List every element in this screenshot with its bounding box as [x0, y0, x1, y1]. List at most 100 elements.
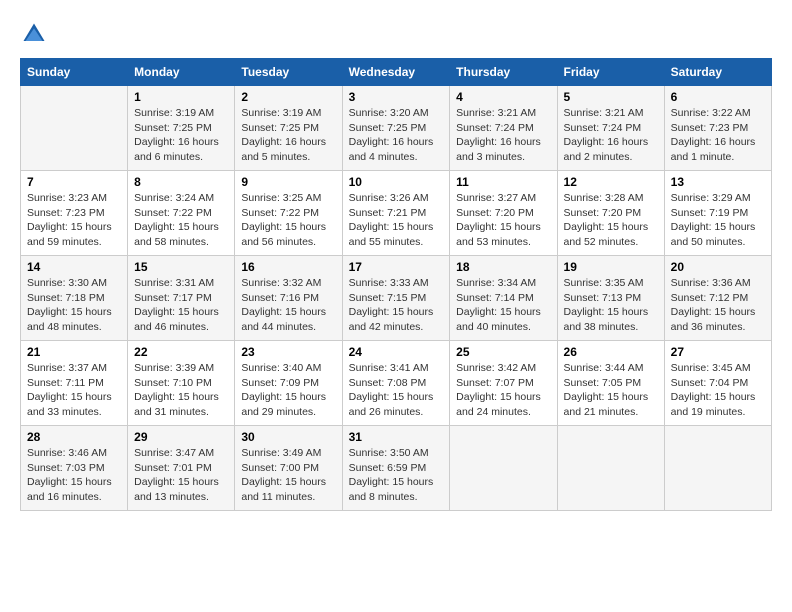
day-number: 13 — [671, 175, 765, 189]
calendar-cell: 21 Sunrise: 3:37 AMSunset: 7:11 PMDayligh… — [21, 341, 128, 426]
day-info: Sunrise: 3:35 AMSunset: 7:13 PMDaylight:… — [564, 276, 658, 335]
calendar-cell: 18 Sunrise: 3:34 AMSunset: 7:14 PMDayligh… — [450, 256, 557, 341]
day-number: 28 — [27, 430, 121, 444]
calendar-cell: 22 Sunrise: 3:39 AMSunset: 7:10 PMDayligh… — [128, 341, 235, 426]
day-info: Sunrise: 3:21 AMSunset: 7:24 PMDaylight:… — [456, 106, 550, 165]
day-number: 14 — [27, 260, 121, 274]
day-info: Sunrise: 3:41 AMSunset: 7:08 PMDaylight:… — [349, 361, 444, 420]
calendar-cell: 3 Sunrise: 3:20 AMSunset: 7:25 PMDaylight… — [342, 86, 450, 171]
header-monday: Monday — [128, 59, 235, 86]
calendar-table: SundayMondayTuesdayWednesdayThursdayFrid… — [20, 58, 772, 511]
calendar-cell: 6 Sunrise: 3:22 AMSunset: 7:23 PMDaylight… — [664, 86, 771, 171]
day-number: 5 — [564, 90, 658, 104]
calendar-cell: 14 Sunrise: 3:30 AMSunset: 7:18 PMDayligh… — [21, 256, 128, 341]
calendar-cell: 29 Sunrise: 3:47 AMSunset: 7:01 PMDayligh… — [128, 426, 235, 511]
calendar-cell: 27 Sunrise: 3:45 AMSunset: 7:04 PMDayligh… — [664, 341, 771, 426]
day-info: Sunrise: 3:50 AMSunset: 6:59 PMDaylight:… — [349, 446, 444, 505]
day-number: 1 — [134, 90, 228, 104]
day-number: 22 — [134, 345, 228, 359]
header-wednesday: Wednesday — [342, 59, 450, 86]
day-number: 17 — [349, 260, 444, 274]
day-number: 6 — [671, 90, 765, 104]
day-number: 29 — [134, 430, 228, 444]
logo — [20, 20, 52, 48]
calendar-cell: 16Sunrise: 3:32 AMSunset: 7:16 PMDayligh… — [235, 256, 342, 341]
day-number: 2 — [241, 90, 335, 104]
calendar-week-row: 1 Sunrise: 3:19 AMSunset: 7:25 PMDaylight… — [21, 86, 772, 171]
day-info: Sunrise: 3:31 AMSunset: 7:17 PMDaylight:… — [134, 276, 228, 335]
calendar-week-row: 7Sunrise: 3:23 AMSunset: 7:23 PMDaylight… — [21, 171, 772, 256]
day-info: Sunrise: 3:36 AMSunset: 7:12 PMDaylight:… — [671, 276, 765, 335]
calendar-cell: 7Sunrise: 3:23 AMSunset: 7:23 PMDaylight… — [21, 171, 128, 256]
header-saturday: Saturday — [664, 59, 771, 86]
day-number: 24 — [349, 345, 444, 359]
calendar-cell: 1Sunrise: 3:19 AMSunset: 7:25 PMDaylight… — [128, 86, 235, 171]
calendar-cell: 24 Sunrise: 3:41 AMSunset: 7:08 PMDayligh… — [342, 341, 450, 426]
calendar-cell: 4 Sunrise: 3:21 AMSunset: 7:24 PMDaylight… — [450, 86, 557, 171]
day-number: 27 — [671, 345, 765, 359]
calendar-header-row: SundayMondayTuesdayWednesdayThursdayFrid… — [21, 59, 772, 86]
calendar-cell: 31 Sunrise: 3:50 AMSunset: 6:59 PMDayligh… — [342, 426, 450, 511]
day-info: Sunrise: 3:20 AMSunset: 7:25 PMDaylight:… — [349, 106, 444, 165]
calendar-cell: 15 Sunrise: 3:31 AMSunset: 7:17 PMDayligh… — [128, 256, 235, 341]
day-info: Sunrise: 3:33 AMSunset: 7:15 PMDaylight:… — [349, 276, 444, 335]
day-info: Sunrise: 3:40 AMSunset: 7:09 PMDaylight:… — [241, 361, 335, 420]
day-info: Sunrise: 3:49 AMSunset: 7:00 PMDaylight:… — [241, 446, 335, 505]
day-info: Sunrise: 3:32 AMSunset: 7:16 PMDaylight:… — [241, 276, 335, 335]
logo-icon — [20, 20, 48, 48]
day-number: 19 — [564, 260, 658, 274]
day-info: Sunrise: 3:42 AMSunset: 7:07 PMDaylight:… — [456, 361, 550, 420]
calendar-cell: 26Sunrise: 3:44 AMSunset: 7:05 PMDayligh… — [557, 341, 664, 426]
day-info: Sunrise: 3:24 AMSunset: 7:22 PMDaylight:… — [134, 191, 228, 250]
day-number: 31 — [349, 430, 444, 444]
day-number: 7 — [27, 175, 121, 189]
day-number: 10 — [349, 175, 444, 189]
calendar-cell: 10 Sunrise: 3:26 AMSunset: 7:21 PMDayligh… — [342, 171, 450, 256]
day-number: 26 — [564, 345, 658, 359]
calendar-cell — [557, 426, 664, 511]
day-number: 9 — [241, 175, 335, 189]
header-tuesday: Tuesday — [235, 59, 342, 86]
day-info: Sunrise: 3:21 AMSunset: 7:24 PMDaylight:… — [564, 106, 658, 165]
day-number: 25 — [456, 345, 550, 359]
calendar-cell: 28 Sunrise: 3:46 AMSunset: 7:03 PMDayligh… — [21, 426, 128, 511]
calendar-cell: 25 Sunrise: 3:42 AMSunset: 7:07 PMDayligh… — [450, 341, 557, 426]
day-info: Sunrise: 3:46 AMSunset: 7:03 PMDaylight:… — [27, 446, 121, 505]
day-info: Sunrise: 3:37 AMSunset: 7:11 PMDaylight:… — [27, 361, 121, 420]
day-number: 4 — [456, 90, 550, 104]
calendar-cell — [21, 86, 128, 171]
day-number: 20 — [671, 260, 765, 274]
day-number: 3 — [349, 90, 444, 104]
day-number: 21 — [27, 345, 121, 359]
calendar-week-row: 21 Sunrise: 3:37 AMSunset: 7:11 PMDayligh… — [21, 341, 772, 426]
day-info: Sunrise: 3:30 AMSunset: 7:18 PMDaylight:… — [27, 276, 121, 335]
day-number: 15 — [134, 260, 228, 274]
day-number: 30 — [241, 430, 335, 444]
calendar-cell: 30 Sunrise: 3:49 AMSunset: 7:00 PMDayligh… — [235, 426, 342, 511]
calendar-cell: 17 Sunrise: 3:33 AMSunset: 7:15 PMDayligh… — [342, 256, 450, 341]
day-number: 11 — [456, 175, 550, 189]
calendar-cell: 11 Sunrise: 3:27 AMSunset: 7:20 PMDayligh… — [450, 171, 557, 256]
header-thursday: Thursday — [450, 59, 557, 86]
day-info: Sunrise: 3:19 AMSunset: 7:25 PMDaylight:… — [241, 106, 335, 165]
calendar-cell: 8 Sunrise: 3:24 AMSunset: 7:22 PMDaylight… — [128, 171, 235, 256]
page-header — [20, 20, 772, 48]
day-info: Sunrise: 3:27 AMSunset: 7:20 PMDaylight:… — [456, 191, 550, 250]
day-info: Sunrise: 3:47 AMSunset: 7:01 PMDaylight:… — [134, 446, 228, 505]
calendar-cell: 12Sunrise: 3:28 AMSunset: 7:20 PMDayligh… — [557, 171, 664, 256]
calendar-cell: 23 Sunrise: 3:40 AMSunset: 7:09 PMDayligh… — [235, 341, 342, 426]
calendar-cell: 13 Sunrise: 3:29 AMSunset: 7:19 PMDayligh… — [664, 171, 771, 256]
day-info: Sunrise: 3:26 AMSunset: 7:21 PMDaylight:… — [349, 191, 444, 250]
calendar-cell: 9Sunrise: 3:25 AMSunset: 7:22 PMDaylight… — [235, 171, 342, 256]
day-info: Sunrise: 3:45 AMSunset: 7:04 PMDaylight:… — [671, 361, 765, 420]
calendar-week-row: 14 Sunrise: 3:30 AMSunset: 7:18 PMDayligh… — [21, 256, 772, 341]
calendar-cell: 2 Sunrise: 3:19 AMSunset: 7:25 PMDaylight… — [235, 86, 342, 171]
day-info: Sunrise: 3:39 AMSunset: 7:10 PMDaylight:… — [134, 361, 228, 420]
day-info: Sunrise: 3:29 AMSunset: 7:19 PMDaylight:… — [671, 191, 765, 250]
day-info: Sunrise: 3:22 AMSunset: 7:23 PMDaylight:… — [671, 106, 765, 165]
day-number: 8 — [134, 175, 228, 189]
day-info: Sunrise: 3:34 AMSunset: 7:14 PMDaylight:… — [456, 276, 550, 335]
day-number: 23 — [241, 345, 335, 359]
header-sunday: Sunday — [21, 59, 128, 86]
day-number: 18 — [456, 260, 550, 274]
